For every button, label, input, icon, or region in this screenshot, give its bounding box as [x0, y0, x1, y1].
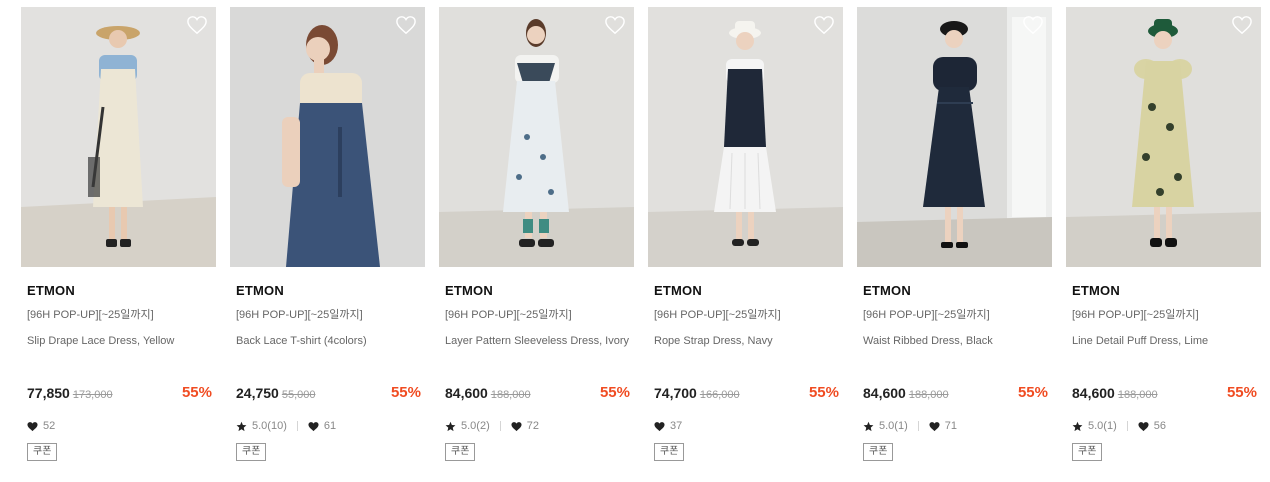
meta-divider: [296, 421, 298, 431]
promo-tag: [96H POP-UP][~25일까지]: [863, 309, 990, 321]
original-price: 188,000: [490, 389, 531, 401]
promo-tag: [96H POP-UP][~25일까지]: [236, 309, 363, 321]
price-row: 24,750 55,000 55%: [236, 383, 421, 403]
sale-price: 84,600: [1072, 385, 1115, 401]
promo-tag: [96H POP-UP][~25일까지]: [445, 309, 572, 321]
product-meta: 5.0(1) 56: [1072, 418, 1166, 434]
discount-rate: 55%: [599, 384, 630, 401]
discount-rate: 55%: [181, 384, 212, 401]
rating-text: 5.0(1): [1088, 420, 1117, 432]
coupon-badge: 쿠폰: [236, 443, 267, 461]
product-name[interactable]: Layer Pattern Sleeveless Dress, Ivory: [445, 333, 630, 349]
star-icon: [445, 421, 456, 431]
heart-icon: [1138, 421, 1149, 431]
sale-price: 24,750: [236, 385, 279, 401]
coupon-badge: 쿠폰: [1072, 443, 1103, 461]
brand-name[interactable]: ETMON: [27, 283, 212, 299]
heart-icon: [308, 421, 319, 431]
price-row: 77,850 173,000 55%: [27, 383, 212, 403]
original-price: 166,000: [699, 389, 740, 401]
brand-name[interactable]: ETMON: [236, 283, 421, 299]
like-count: 71: [944, 420, 957, 432]
original-price: 55,000: [281, 389, 316, 401]
original-price: 188,000: [1117, 389, 1158, 401]
brand-name[interactable]: ETMON: [654, 283, 839, 299]
coupon-badge: 쿠폰: [445, 443, 476, 461]
wishlist-heart-icon[interactable]: [813, 15, 835, 35]
product-meta: 5.0(1) 71: [863, 418, 957, 434]
wishlist-heart-icon[interactable]: [1022, 15, 1044, 35]
star-icon: [1072, 421, 1083, 431]
product-meta: 5.0(2) 72: [445, 418, 539, 434]
coupon-badge: 쿠폰: [27, 443, 58, 461]
product-name[interactable]: Slip Drape Lace Dress, Yellow: [27, 333, 212, 349]
sale-price: 84,600: [863, 385, 906, 401]
product-card[interactable]: ETMON [96H POP-UP][~25일까지] Rope Strap Dr…: [648, 7, 843, 477]
meta-divider: [499, 421, 501, 431]
product-card[interactable]: ETMON [96H POP-UP][~25일까지] Back Lace T-s…: [230, 7, 425, 477]
original-price: 188,000: [908, 389, 949, 401]
wishlist-heart-icon[interactable]: [186, 15, 208, 35]
like-count: 72: [526, 420, 539, 432]
like-count: 52: [43, 420, 56, 432]
product-image[interactable]: [21, 7, 216, 267]
product-image[interactable]: [648, 7, 843, 267]
wishlist-heart-icon[interactable]: [1231, 15, 1253, 35]
price-row: 84,600 188,000 55%: [863, 383, 1048, 403]
meta-divider: [917, 421, 919, 431]
price-row: 74,700 166,000 55%: [654, 383, 839, 403]
discount-rate: 55%: [1226, 384, 1257, 401]
product-grid: ETMON [96H POP-UP][~25일까지] Slip Drape La…: [21, 7, 1261, 477]
original-price: 173,000: [72, 389, 113, 401]
discount-rate: 55%: [1017, 384, 1048, 401]
rating-text: 5.0(10): [252, 420, 287, 432]
coupon-badge: 쿠폰: [863, 443, 894, 461]
product-name[interactable]: Rope Strap Dress, Navy: [654, 333, 839, 349]
product-meta: 5.0(10) 61: [236, 418, 336, 434]
like-count: 56: [1153, 420, 1166, 432]
like-count: 37: [670, 420, 683, 432]
sale-price: 77,850: [27, 385, 70, 401]
price-row: 84,600 188,000 55%: [445, 383, 630, 403]
promo-tag: [96H POP-UP][~25일까지]: [1072, 309, 1199, 321]
star-icon: [863, 421, 874, 431]
product-meta: 37: [654, 418, 682, 434]
product-card[interactable]: ETMON [96H POP-UP][~25일까지] Layer Pattern…: [439, 7, 634, 477]
brand-name[interactable]: ETMON: [863, 283, 1048, 299]
product-image[interactable]: [230, 7, 425, 267]
product-meta: 52: [27, 418, 55, 434]
product-image[interactable]: [857, 7, 1052, 267]
heart-icon: [929, 421, 940, 431]
wishlist-heart-icon[interactable]: [604, 15, 626, 35]
coupon-badge: 쿠폰: [654, 443, 685, 461]
wishlist-heart-icon[interactable]: [395, 15, 417, 35]
like-count: 61: [323, 420, 337, 432]
promo-tag: [96H POP-UP][~25일까지]: [27, 309, 154, 321]
promo-tag: [96H POP-UP][~25일까지]: [654, 309, 781, 321]
heart-icon: [654, 421, 665, 431]
discount-rate: 55%: [390, 384, 421, 401]
product-image[interactable]: [439, 7, 634, 267]
rating-text: 5.0(2): [461, 420, 490, 432]
sale-price: 74,700: [654, 385, 697, 401]
price-row: 84,600 188,000 55%: [1072, 383, 1257, 403]
product-name[interactable]: Waist Ribbed Dress, Black: [863, 333, 1048, 349]
sale-price: 84,600: [445, 385, 488, 401]
heart-icon: [27, 421, 38, 431]
meta-divider: [1126, 421, 1128, 431]
product-card[interactable]: ETMON [96H POP-UP][~25일까지] Line Detail P…: [1066, 7, 1261, 477]
product-name[interactable]: Back Lace T-shirt (4colors): [236, 333, 421, 349]
product-card[interactable]: ETMON [96H POP-UP][~25일까지] Waist Ribbed …: [857, 7, 1052, 477]
star-icon: [236, 421, 247, 431]
heart-icon: [511, 421, 522, 431]
product-image[interactable]: [1066, 7, 1261, 267]
discount-rate: 55%: [808, 384, 839, 401]
brand-name[interactable]: ETMON: [1072, 283, 1257, 299]
rating-text: 5.0(1): [879, 420, 908, 432]
product-card[interactable]: ETMON [96H POP-UP][~25일까지] Slip Drape La…: [21, 7, 216, 477]
brand-name[interactable]: ETMON: [445, 283, 630, 299]
product-name[interactable]: Line Detail Puff Dress, Lime: [1072, 333, 1257, 349]
